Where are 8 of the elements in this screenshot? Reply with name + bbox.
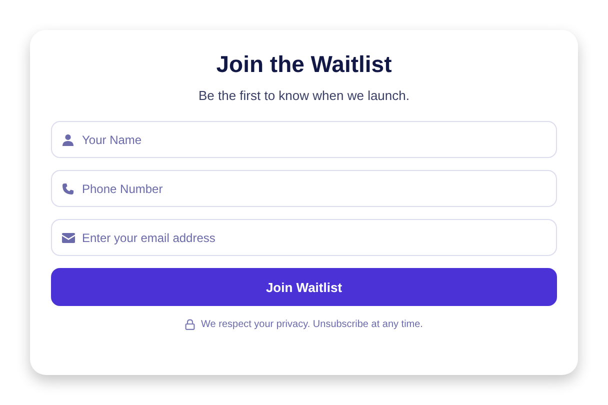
form-title: Join the Waitlist [215,50,393,79]
privacy-note: We respect your privacy. Unsubscribe at any time. [201,319,423,330]
lock-icon [185,319,196,330]
input-field[interactable]: Phone Number [51,170,557,207]
input-field[interactable]: Enter your email address [51,219,557,256]
join-waitlist-button[interactable]: Join Waitlist [51,268,557,306]
form-subtitle: Be the first to know when we launch. [197,87,410,105]
input-field[interactable]: Your Name [51,121,557,158]
